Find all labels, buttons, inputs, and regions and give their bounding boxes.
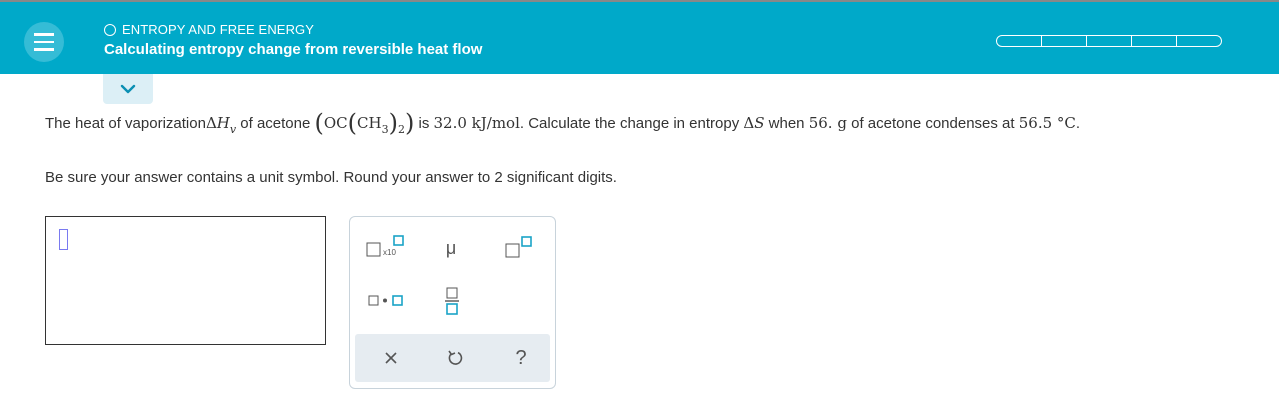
clear-icon[interactable] [379,346,403,370]
chevron-down-icon [120,84,136,94]
fraction-icon[interactable] [438,285,466,317]
question-part: . [1075,114,1081,132]
question-part: The heat of vaporization [45,114,206,132]
superscript-icon[interactable] [503,235,537,261]
topic-label: ENTROPY AND FREE ENERGY [122,22,315,37]
page-title: Calculating entropy change from reversib… [104,41,483,58]
acetone-formula: (OC(CH 3) 2) [314,109,415,137]
topic-circle-icon [104,23,116,36]
enthalpy-value: 32.0 kJ/mol [433,114,520,132]
question-part: is [414,114,434,132]
math-palette: x10 μ ? [349,216,556,389]
instructions-text: Be sure your answer contains a unit symb… [45,169,617,186]
delta-h-symbol: ΔH [205,114,230,132]
temperature-value: 56.5 °C [1018,114,1076,132]
topic-row: ENTROPY AND FREE ENERGY [104,22,314,37]
palette-action-bar: ? [355,334,550,382]
sci-notation-icon[interactable]: x10 [366,235,406,259]
question-text: The heat of vaporization ΔH v of acetone … [45,108,1275,138]
question-part: . Calculate the change in entropy [519,114,744,132]
question-part: of acetone condenses at [846,114,1019,132]
delta-h-subscript: v [229,122,237,136]
mass-value: 56. g [808,114,847,132]
undo-icon[interactable] [443,346,467,370]
question-part: of acetone [236,114,315,132]
hamburger-icon[interactable] [24,22,64,62]
cursor-caret [59,229,68,250]
collapse-toggle-button[interactable] [103,74,153,104]
top-header: ENTROPY AND FREE ENERGY Calculating entr… [0,0,1279,74]
multiply-dot-icon[interactable] [366,291,410,311]
help-icon[interactable]: ? [509,344,533,372]
answer-input[interactable] [45,216,326,345]
progress-bar [996,35,1222,47]
question-part: when [764,114,809,132]
mu-icon[interactable]: μ [436,235,466,261]
delta-s-symbol: ΔS [743,114,765,132]
